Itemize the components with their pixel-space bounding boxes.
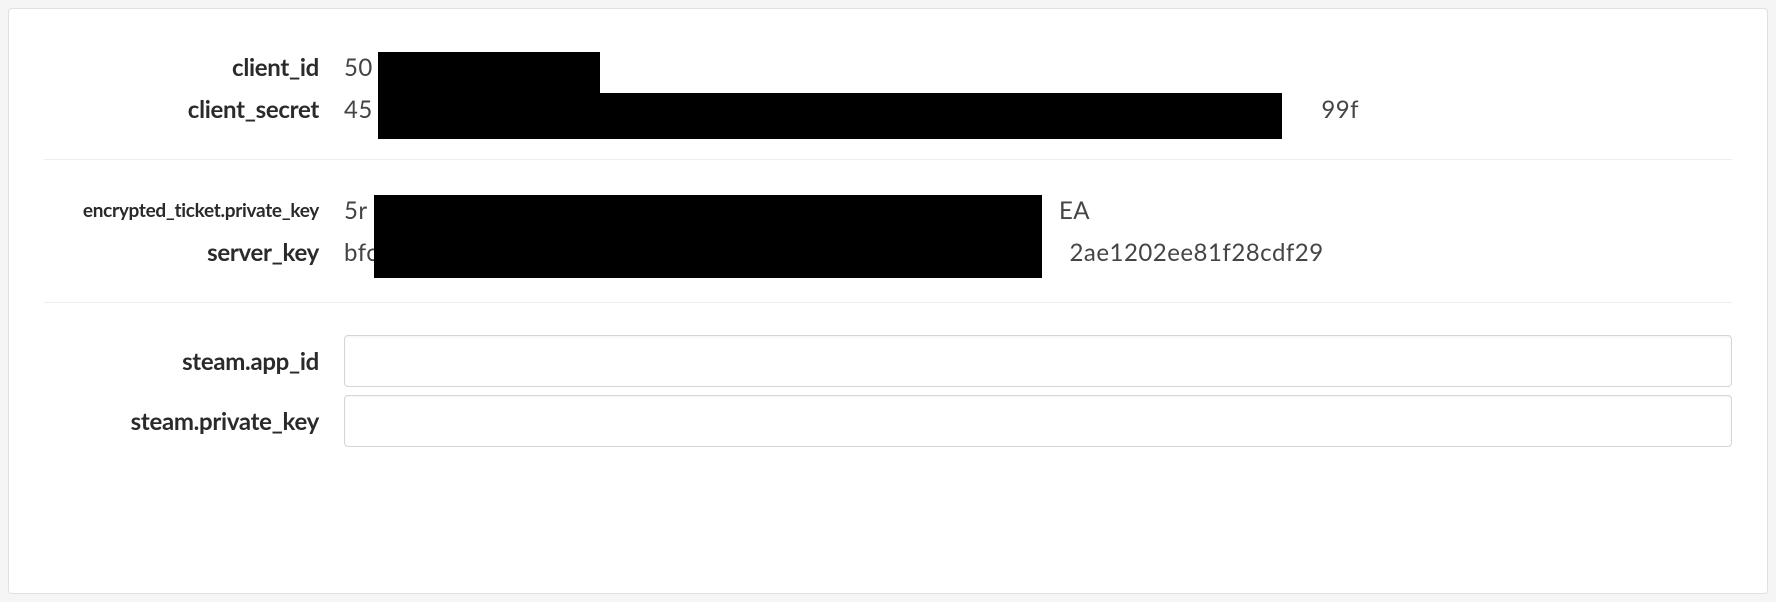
label-steam-app-id: steam.app_id bbox=[44, 347, 344, 376]
row-server-key: server_key bfc XXXXXXXXXXXXXXXXXXXXXXXXX… bbox=[44, 232, 1732, 272]
redaction-encrypted-ticket bbox=[374, 195, 1042, 237]
steam-app-id-input[interactable] bbox=[344, 335, 1732, 387]
value-encrypted-ticket-left: 5r bbox=[344, 196, 368, 225]
label-server-key: server_key bbox=[44, 238, 344, 267]
value-client-secret: 45 XXXXXXXXXXXXXXXXXXXXXXXXXXXXXXXXXXXXX… bbox=[344, 95, 1732, 124]
redaction-client-secret bbox=[378, 93, 1282, 139]
row-client-secret: client_secret 45 XXXXXXXXXXXXXXXXXXXXXXX… bbox=[44, 89, 1732, 129]
value-server-key-right: 2ae1202ee81f28cdf29 bbox=[1070, 238, 1324, 267]
label-client-secret: client_secret bbox=[44, 95, 344, 124]
value-wrap-steam-app-id bbox=[344, 335, 1732, 387]
label-encrypted-ticket: encrypted_ticket.private_key bbox=[44, 199, 344, 222]
section-steam: steam.app_id steam.private_key bbox=[44, 302, 1732, 461]
settings-panel: client_id 50 XXXXXXXXXXX 45 client_secre… bbox=[8, 8, 1768, 594]
row-encrypted-ticket: encrypted_ticket.private_key 5r XXXXXXXX… bbox=[44, 190, 1732, 230]
row-client-id: client_id 50 XXXXXXXXXXX 45 bbox=[44, 47, 1732, 87]
value-server-key: bfc XXXXXXXXXXXXXXXXXXXXXXXXXXXXXXXXXXXX… bbox=[344, 238, 1732, 267]
label-client-id: client_id bbox=[44, 53, 344, 82]
section-encrypted: encrypted_ticket.private_key 5r XXXXXXXX… bbox=[44, 159, 1732, 282]
section-client: client_id 50 XXXXXXXXXXX 45 client_secre… bbox=[44, 39, 1732, 139]
redaction-client-id bbox=[378, 52, 600, 94]
redaction-server-key bbox=[374, 236, 1042, 278]
value-client-id-left: 50 bbox=[344, 53, 373, 82]
steam-private-key-input[interactable] bbox=[344, 395, 1732, 447]
value-wrap-steam-private-key bbox=[344, 395, 1732, 447]
value-encrypted-ticket-right: EA bbox=[1059, 196, 1090, 225]
value-client-id: 50 XXXXXXXXXXX 45 bbox=[344, 53, 1732, 82]
value-client-secret-right: 99f bbox=[1321, 95, 1359, 124]
row-steam-private-key: steam.private_key bbox=[44, 393, 1732, 449]
row-steam-app-id: steam.app_id bbox=[44, 333, 1732, 389]
value-encrypted-ticket: 5r XXXXXXXXXXXXXXXXXXXXXXXXXXXXXXXXXXXXX… bbox=[344, 196, 1732, 225]
value-client-secret-left: 45 bbox=[344, 95, 373, 124]
label-steam-private-key: steam.private_key bbox=[44, 407, 344, 436]
